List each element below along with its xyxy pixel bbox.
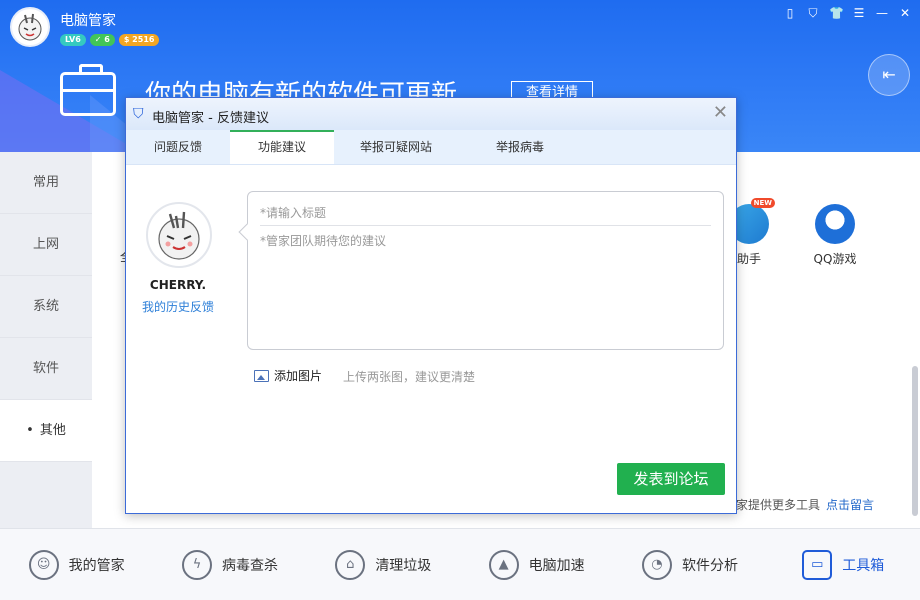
tab-problem-feedback[interactable]: 问题反馈	[126, 130, 230, 164]
toolbox-icon: ▭	[802, 549, 833, 580]
sidebar-item-internet[interactable]: 上网	[0, 214, 92, 276]
check-badge[interactable]: ✓ 6	[89, 34, 115, 46]
app-title: 电脑管家	[60, 13, 116, 29]
rocket-icon: ▲	[488, 549, 519, 580]
dialog-titlebar[interactable]: ⛉ 电脑管家 - 反馈建议 ✕	[126, 98, 736, 130]
badges: LV6 ✓ 6 $ 2516	[60, 34, 160, 46]
window-controls: ▯ ⛉ 👕 ☰ — ✕	[783, 6, 912, 20]
nav-software-analysis[interactable]: ◔ 软件分析	[613, 529, 766, 600]
qq-penguin-icon	[815, 204, 855, 244]
sidebar-item-common[interactable]: 常用	[0, 152, 92, 214]
nav-virus-scan[interactable]: ϟ 病毒查杀	[153, 529, 306, 600]
shield-icon[interactable]: ⛉	[806, 6, 820, 20]
bottom-nav: ☺ 我的管家 ϟ 病毒查杀 ⌂ 清理垃圾 ▲ 电脑加速 ◔ 软件分析 ▭ 工具箱	[0, 528, 920, 600]
broom-icon: ⌂	[335, 549, 366, 580]
sidebar-item-system[interactable]: 系统	[0, 276, 92, 338]
nav-toolbox[interactable]: ▭ 工具箱	[767, 529, 920, 600]
lightning-icon: ϟ	[181, 549, 212, 580]
magnifier-icon: ◔	[641, 549, 672, 580]
image-icon	[254, 369, 269, 382]
tab-feature-suggestion[interactable]: 功能建议	[230, 130, 334, 164]
coins-badge[interactable]: $ 2516	[118, 34, 160, 46]
person-icon: ☺	[28, 549, 59, 580]
phone-icon[interactable]: ▯	[783, 6, 797, 20]
nav-my-manager[interactable]: ☺ 我的管家	[0, 529, 153, 600]
nav-clean-junk[interactable]: ⌂ 清理垃圾	[307, 529, 460, 600]
feedback-dialog: ⛉ 电脑管家 - 反馈建议 ✕ 问题反馈 功能建议 举报可疑网站 举报病毒 CH…	[125, 97, 737, 514]
level-badge[interactable]: LV6	[60, 34, 86, 46]
skin-icon[interactable]: 👕	[829, 6, 844, 20]
dialog-close-icon[interactable]: ✕	[713, 103, 728, 123]
tab-report-website[interactable]: 举报可疑网站	[334, 130, 458, 164]
new-badge: NEW	[750, 198, 775, 208]
shield-logo-icon: ⛉	[133, 106, 144, 122]
history-feedback-link[interactable]: 我的历史反馈	[126, 298, 230, 315]
user-avatar	[146, 202, 212, 268]
sidebar-item-software[interactable]: 软件	[0, 338, 92, 400]
toolbox-icon	[60, 64, 116, 116]
nav-speed-up[interactable]: ▲ 电脑加速	[460, 529, 613, 600]
speech-tail	[238, 223, 256, 241]
dialog-tabs: 问题反馈 功能建议 举报可疑网站 举报病毒	[126, 130, 736, 165]
avatar[interactable]	[10, 7, 50, 47]
active-dot-icon: •	[26, 423, 34, 438]
menu-icon[interactable]: ☰	[852, 6, 866, 20]
tool-qq-games[interactable]: QQ游戏	[800, 204, 870, 267]
dialog-title: 电脑管家 - 反馈建议	[152, 111, 269, 126]
post-to-forum-button[interactable]: 发表到论坛	[617, 463, 725, 495]
tab-report-virus[interactable]: 举报病毒	[458, 130, 582, 164]
close-icon[interactable]: ✕	[898, 6, 912, 20]
suggestion-form	[238, 191, 724, 350]
minimize-icon[interactable]: —	[875, 6, 889, 20]
scrollbar[interactable]	[912, 366, 918, 516]
sidebar-item-other[interactable]: • 其他	[0, 400, 92, 462]
user-name: CHERRY.	[149, 278, 207, 292]
title-input[interactable]	[260, 200, 711, 226]
add-image-hint: 上传两张图，建议更清楚	[343, 370, 476, 384]
exit-icon[interactable]: ⇤	[868, 54, 910, 96]
footer-note: 家提供更多工具 点击留言	[736, 498, 875, 512]
add-image-button[interactable]: 添加图片	[254, 367, 322, 384]
suggestion-textarea[interactable]	[260, 232, 711, 340]
leave-message-link[interactable]: 点击留言	[826, 498, 874, 512]
sidebar: 常用 上网 系统 软件 • 其他	[0, 152, 92, 528]
